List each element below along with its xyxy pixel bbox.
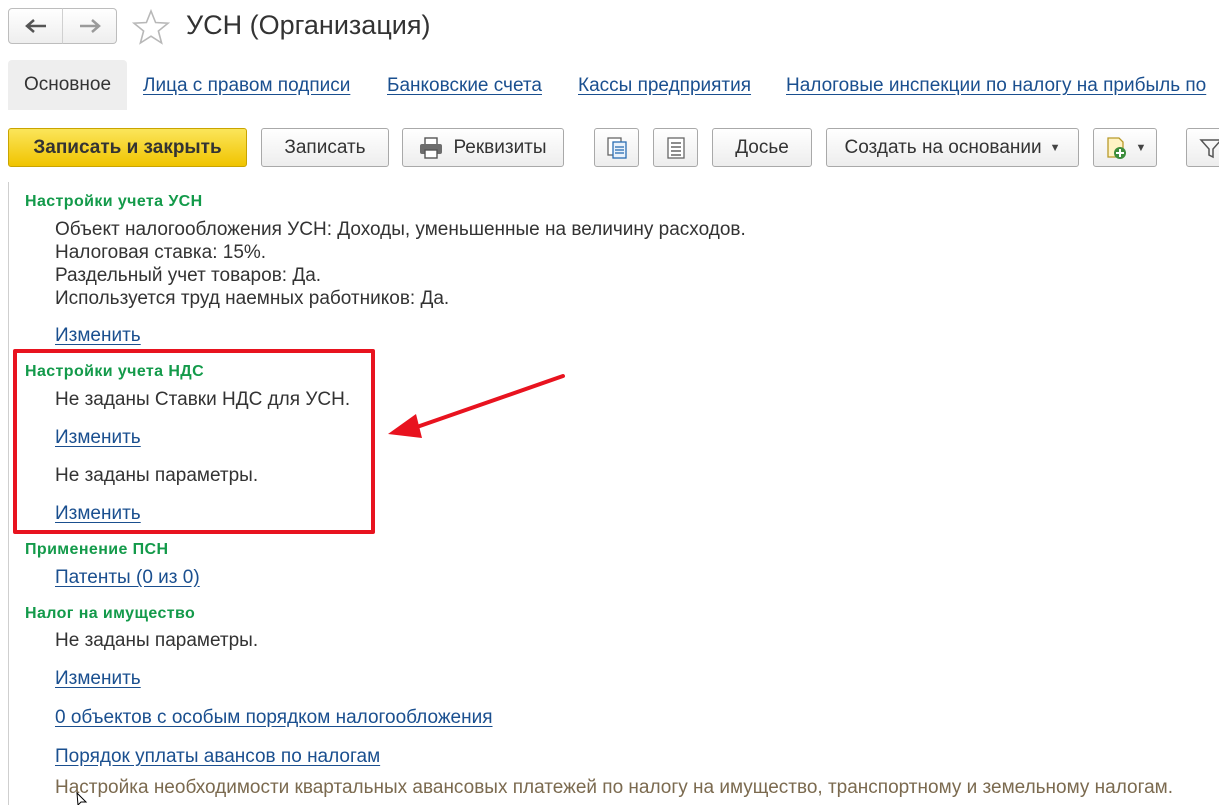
annotation-highlight-box [13, 349, 375, 534]
requisites-label: Реквизиты [453, 136, 547, 158]
section-heading-property-tax: Налог на имущество [25, 605, 196, 622]
create-based-on-label: Создать на основании [844, 136, 1042, 158]
form-window: УСН (Организация) Основное Лица с правом… [0, 0, 1219, 805]
document-list-icon [606, 136, 627, 159]
tab-cash-desks[interactable]: Кассы предприятия [578, 75, 751, 97]
filter-button[interactable] [1186, 128, 1219, 167]
list-button[interactable] [653, 128, 698, 167]
star-icon[interactable] [132, 8, 170, 46]
usn-separate-accounting: Раздельный учет товаров: Да. [55, 265, 322, 286]
special-objects-link[interactable]: 0 объектов с особым порядком налогооблож… [55, 707, 493, 729]
usn-tax-rate: Налоговая ставка: 15%. [55, 242, 267, 263]
usn-tax-object: Объект налогообложения УСН: Доходы, умен… [55, 219, 746, 240]
requisites-button[interactable]: Реквизиты [402, 128, 564, 167]
arrow-left-icon [24, 19, 46, 33]
form-left-border [8, 182, 9, 805]
usn-change-link[interactable]: Изменить [55, 325, 141, 347]
documents-button[interactable] [594, 128, 639, 167]
tab-tax-inspections[interactable]: Налоговые инспекции по налогу на прибыль… [786, 75, 1206, 97]
back-button[interactable] [8, 8, 63, 44]
section-heading-psn: Применение ПСН [25, 541, 169, 558]
new-document-menu-button[interactable]: ▼ [1093, 128, 1157, 167]
forward-button[interactable] [62, 8, 117, 44]
tab-main[interactable]: Основное [8, 60, 127, 110]
mouse-cursor-icon [76, 792, 88, 805]
arrow-right-icon [79, 19, 101, 33]
property-tax-params-text: Не заданы параметры. [55, 630, 259, 651]
advances-hint: Настройка необходимости квартальных аван… [55, 777, 1174, 798]
page-title: УСН (Организация) [186, 10, 431, 40]
chevron-down-icon: ▼ [1135, 141, 1147, 154]
tab-bank-accounts[interactable]: Банковские счета [387, 75, 542, 97]
new-document-icon [1106, 136, 1126, 159]
chevron-down-icon: ▼ [1049, 141, 1061, 154]
printer-icon [420, 136, 443, 159]
usn-hired-workers: Используется труд наемных работников: Да… [55, 288, 450, 309]
tab-signatories[interactable]: Лица с правом подписи [143, 75, 350, 97]
save-and-close-button[interactable]: Записать и закрыть [8, 128, 247, 167]
patents-link[interactable]: Патенты (0 из 0) [55, 567, 200, 589]
create-based-on-button[interactable]: Создать на основании ▼ [826, 128, 1079, 167]
advances-order-link[interactable]: Порядок уплаты авансов по налогам [55, 746, 380, 768]
filter-icon [1199, 138, 1219, 158]
save-button[interactable]: Записать [261, 128, 389, 167]
annotation-arrow [388, 374, 565, 438]
section-heading-usn: Настройки учета УСН [25, 193, 203, 210]
property-tax-change-link[interactable]: Изменить [55, 668, 141, 690]
dossier-button[interactable]: Досье [712, 128, 812, 167]
list-icon [666, 136, 685, 159]
